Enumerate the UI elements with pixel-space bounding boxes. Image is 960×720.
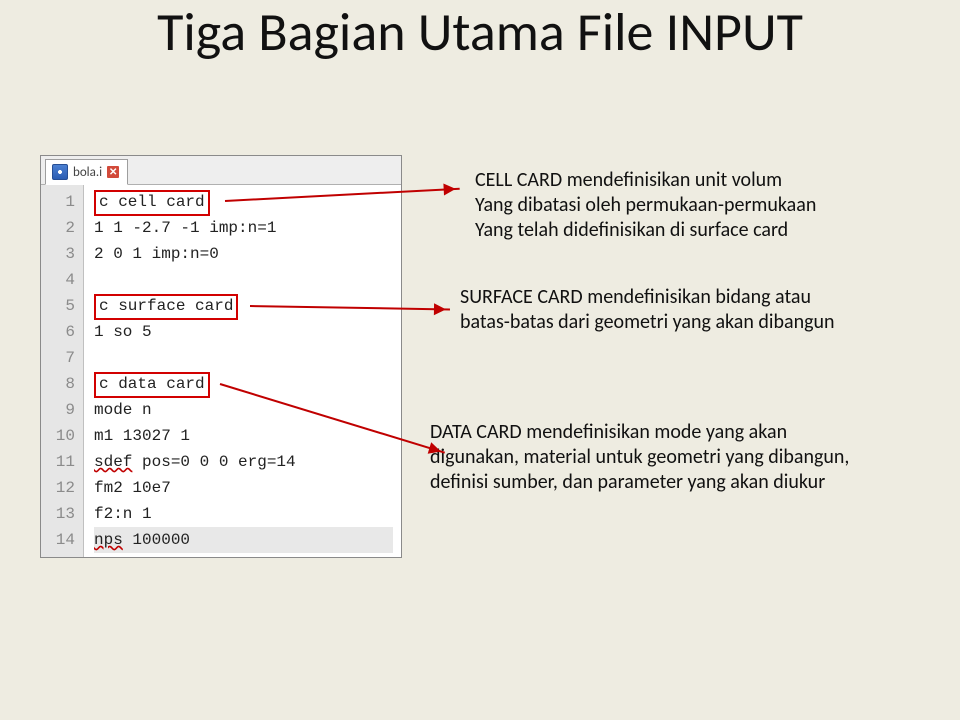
code-line: mode n <box>94 397 393 423</box>
save-icon <box>52 164 68 180</box>
line-number: 10 <box>47 423 75 449</box>
code-line <box>94 267 393 293</box>
code-lines[interactable]: c cell card1 1 -2.7 -1 imp:n=12 0 1 imp:… <box>84 185 401 557</box>
code-area: 1234567891011121314 c cell card1 1 -2.7 … <box>41 185 401 557</box>
line-number: 1 <box>47 189 75 215</box>
code-line: c data card <box>94 371 393 397</box>
line-number: 2 <box>47 215 75 241</box>
editor-tabbar: bola.i ✕ <box>41 156 401 185</box>
line-number: 9 <box>47 397 75 423</box>
tab-filename-label: bola.i <box>73 165 102 180</box>
close-icon[interactable]: ✕ <box>107 166 119 178</box>
annotation-surface-card: SURFACE CARD mendefinisikan bidang ataub… <box>460 285 950 335</box>
annotation-cell-card: CELL CARD mendefinisikan unit volumYang … <box>475 168 925 243</box>
code-line: 1 so 5 <box>94 319 393 345</box>
slide-title: Tiga Bagian Utama File INPUT <box>0 4 960 61</box>
line-number: 13 <box>47 501 75 527</box>
code-line <box>94 345 393 371</box>
line-number-gutter: 1234567891011121314 <box>41 185 84 557</box>
line-number: 8 <box>47 371 75 397</box>
code-text: 100000 <box>123 531 190 549</box>
code-text: pos=0 0 0 erg=14 <box>132 453 295 471</box>
line-number: 4 <box>47 267 75 293</box>
highlighted-comment: c cell card <box>94 190 210 216</box>
code-line: f2:n 1 <box>94 501 393 527</box>
highlighted-comment: c surface card <box>94 294 238 320</box>
annotation-data-card: DATA CARD mendefinisikan mode yang akand… <box>430 420 940 495</box>
spellcheck-underline: nps <box>94 531 123 549</box>
line-number: 3 <box>47 241 75 267</box>
code-line: 2 0 1 imp:n=0 <box>94 241 393 267</box>
line-number: 5 <box>47 293 75 319</box>
code-line: nps 100000 <box>94 527 393 553</box>
line-number: 11 <box>47 449 75 475</box>
code-line: fm2 10e7 <box>94 475 393 501</box>
line-number: 7 <box>47 345 75 371</box>
line-number: 6 <box>47 319 75 345</box>
line-number: 14 <box>47 527 75 553</box>
code-line: 1 1 -2.7 -1 imp:n=1 <box>94 215 393 241</box>
spellcheck-underline: sdef <box>94 453 132 471</box>
line-number: 12 <box>47 475 75 501</box>
code-editor-window: bola.i ✕ 1234567891011121314 c cell card… <box>40 155 402 558</box>
highlighted-comment: c data card <box>94 372 210 398</box>
code-line: m1 13027 1 <box>94 423 393 449</box>
code-line: sdef pos=0 0 0 erg=14 <box>94 449 393 475</box>
editor-tab[interactable]: bola.i ✕ <box>45 159 128 185</box>
